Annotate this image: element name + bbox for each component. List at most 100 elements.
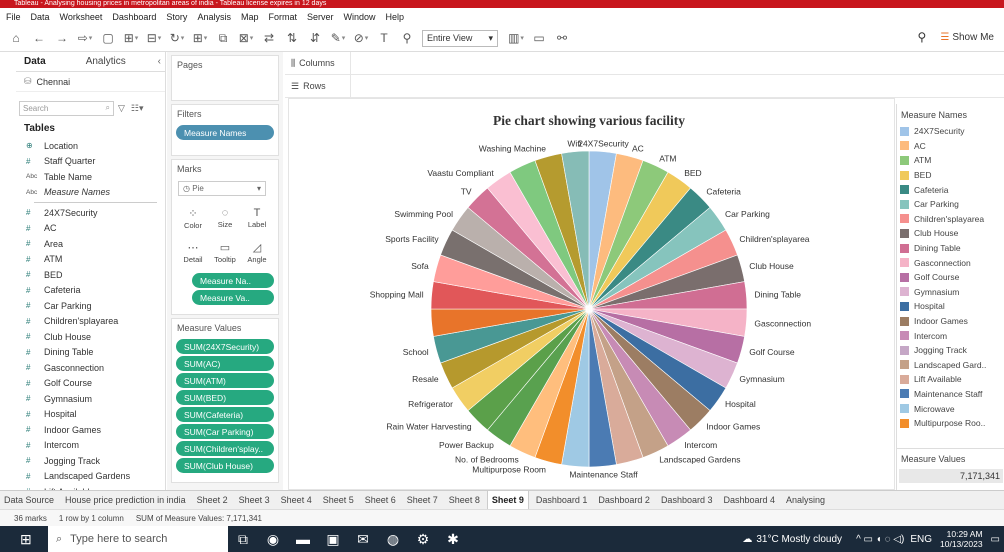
legend-item[interactable]: Indoor Games <box>897 314 1004 329</box>
new-worksheet-icon[interactable]: ⊞ <box>192 29 208 47</box>
sheet-tab[interactable]: Sheet 8 <box>445 491 484 509</box>
field-item[interactable]: # ATM <box>16 252 165 268</box>
filter-icon[interactable]: ▽ <box>118 103 125 114</box>
sheet-tab[interactable]: Dashboard 2 <box>594 491 654 509</box>
measure-value-pill[interactable]: SUM(ATM) <box>176 373 274 388</box>
measure-value-pill[interactable]: SUM(AC) <box>176 356 274 371</box>
menu-item-dashboard[interactable]: Dashboard <box>112 12 156 22</box>
measure-value-pill[interactable]: SUM(Children'splay.. <box>176 441 274 456</box>
legend-item[interactable]: Dining Table <box>897 241 1004 256</box>
field-item[interactable]: # Dining Table <box>16 345 165 361</box>
field-item[interactable]: # Golf Course <box>16 376 165 392</box>
menu-item-analysis[interactable]: Analysis <box>197 12 231 22</box>
tableau-icon[interactable]: ✱ <box>438 531 468 548</box>
collapse-icon[interactable]: ‹ <box>150 52 165 71</box>
sheet-tab[interactable]: Sheet 7 <box>403 491 442 509</box>
legend-item[interactable]: Golf Course <box>897 270 1004 285</box>
tray-icons[interactable]: ^ ▭ ◖ ◌ ◁) <box>856 534 904 545</box>
menu-item-map[interactable]: Map <box>241 12 259 22</box>
weather-text[interactable]: 31°C Mostly cloudy <box>756 534 842 545</box>
measure-value-pill[interactable]: SUM(24X7Security) <box>176 339 274 354</box>
sheet-tab[interactable]: Analysing <box>782 491 829 509</box>
mark-angle-button[interactable]: ◿ Angle <box>242 236 272 268</box>
legend-item[interactable]: 24X7Security <box>897 124 1004 139</box>
legend-item[interactable]: ATM <box>897 153 1004 168</box>
file-explorer-icon[interactable]: ▬ <box>288 531 318 547</box>
firefox-icon[interactable]: ◍ <box>378 531 408 548</box>
mark-color-button[interactable]: ⁘ Color <box>178 202 208 234</box>
undo-icon[interactable]: ← <box>31 29 47 47</box>
field-item[interactable]: # Indoor Games <box>16 422 165 438</box>
field-item[interactable]: #24X7Security <box>16 205 165 221</box>
show-me-button[interactable]: ⚲ ☰ Show Me <box>918 30 994 44</box>
field-item[interactable]: Abc Measure Names <box>16 185 165 201</box>
presentation-icon[interactable]: ▭ <box>531 29 547 47</box>
measure-value-pill[interactable]: SUM(Car Parking) <box>176 424 274 439</box>
rows-shelf[interactable]: ☰ Rows <box>285 75 1004 98</box>
task-view-icon[interactable]: ⧉ <box>228 531 258 548</box>
menu-item-window[interactable]: Window <box>344 12 376 22</box>
legend-item[interactable]: Gymnasium <box>897 285 1004 300</box>
legend-item[interactable]: Lift Available <box>897 372 1004 387</box>
menu-item-file[interactable]: File <box>6 12 21 22</box>
sort-desc-icon[interactable]: ⇵ <box>307 29 323 47</box>
field-item[interactable]: # Gymnasium <box>16 391 165 407</box>
mark-pill[interactable]: Measure Va.. <box>192 290 274 305</box>
sheet-tab[interactable]: Sheet 9 <box>486 491 529 509</box>
menu-item-data[interactable]: Data <box>31 12 50 22</box>
view-options-icon[interactable]: ☷▾ <box>131 103 144 114</box>
mark-tooltip-button[interactable]: ▭ Tooltip <box>210 236 240 268</box>
columns-shelf[interactable]: ⫼ Columns <box>285 52 1004 75</box>
legend-item[interactable]: Hospital <box>897 299 1004 314</box>
legend-item[interactable]: Jogging Track <box>897 343 1004 358</box>
field-item[interactable]: # Staff Quarter <box>16 154 165 170</box>
sheet-tab[interactable]: Sheet 3 <box>235 491 274 509</box>
measure-value-pill[interactable]: SUM(Club House) <box>176 458 274 473</box>
legend-item[interactable]: Maintenance Staff <box>897 387 1004 402</box>
field-item[interactable]: # Intercom <box>16 438 165 454</box>
mail-icon[interactable]: ✉ <box>348 531 378 548</box>
field-item[interactable]: Abc Table Name <box>16 169 165 185</box>
mark-detail-button[interactable]: ⋯ Detail <box>178 236 208 268</box>
measure-values-total[interactable]: 7,171,341 <box>899 469 1003 483</box>
windows-start-icon[interactable]: ⊞ <box>20 531 32 548</box>
legend-item[interactable]: Car Parking <box>897 197 1004 212</box>
refresh-icon[interactable]: ↻ <box>169 29 185 47</box>
field-item[interactable]: # Jogging Track <box>16 453 165 469</box>
share-icon[interactable]: ⚯ <box>554 29 570 47</box>
search-input[interactable]: Search ⌕ <box>19 100 114 116</box>
sheet-tab[interactable]: Dashboard 1 <box>532 491 592 509</box>
clear-sheet-icon[interactable]: ⊠ <box>238 29 254 47</box>
pages-card[interactable]: Pages <box>171 55 279 101</box>
field-item[interactable]: # Hospital <box>16 407 165 423</box>
datasource-item[interactable]: ⛁ Chennai <box>16 72 165 92</box>
field-item[interactable]: # BED <box>16 267 165 283</box>
sheet-tab[interactable]: Dashboard 4 <box>719 491 779 509</box>
menu-item-help[interactable]: Help <box>386 12 405 22</box>
new-datasource-icon[interactable]: ⊞ <box>123 29 139 47</box>
menu-item-format[interactable]: Format <box>268 12 297 22</box>
pie-chart[interactable]: Pie chart showing various facility 24X7S… <box>289 99 896 491</box>
field-item[interactable]: # Car Parking <box>16 298 165 314</box>
language-indicator[interactable]: ENG <box>910 534 932 545</box>
tab-analytics[interactable]: Analytics <box>78 52 134 71</box>
sheet-tab[interactable]: Sheet 2 <box>193 491 232 509</box>
field-item[interactable]: # Club House <box>16 329 165 345</box>
edge-icon[interactable]: ◉ <box>258 531 288 548</box>
legend-item[interactable]: AC <box>897 139 1004 154</box>
measure-value-pill[interactable]: SUM(BED) <box>176 390 274 405</box>
filter-pill[interactable]: Measure Names <box>176 125 274 140</box>
store-icon[interactable]: ▣ <box>318 531 348 548</box>
sheet-tab[interactable]: House price prediction in india <box>61 491 190 509</box>
pause-updates-icon[interactable]: ⊟ <box>146 29 162 47</box>
swap-rows-cols-icon[interactable]: ⇄ <box>261 29 277 47</box>
mark-size-button[interactable]: ◌ Size <box>210 202 240 234</box>
measure-value-pill[interactable]: SUM(Cafeteria) <box>176 407 274 422</box>
settings-icon[interactable]: ⚙ <box>408 531 438 548</box>
taskbar-search-input[interactable]: ⌕ Type here to search <box>48 526 228 552</box>
field-item[interactable]: # Landscaped Gardens <box>16 469 165 485</box>
sheet-tab[interactable]: Dashboard 3 <box>657 491 717 509</box>
mark-type-select[interactable]: ◷ Pie ▾ <box>178 181 266 196</box>
legend-item[interactable]: Landscaped Gard.. <box>897 358 1004 373</box>
field-item[interactable]: # Gasconnection <box>16 360 165 376</box>
